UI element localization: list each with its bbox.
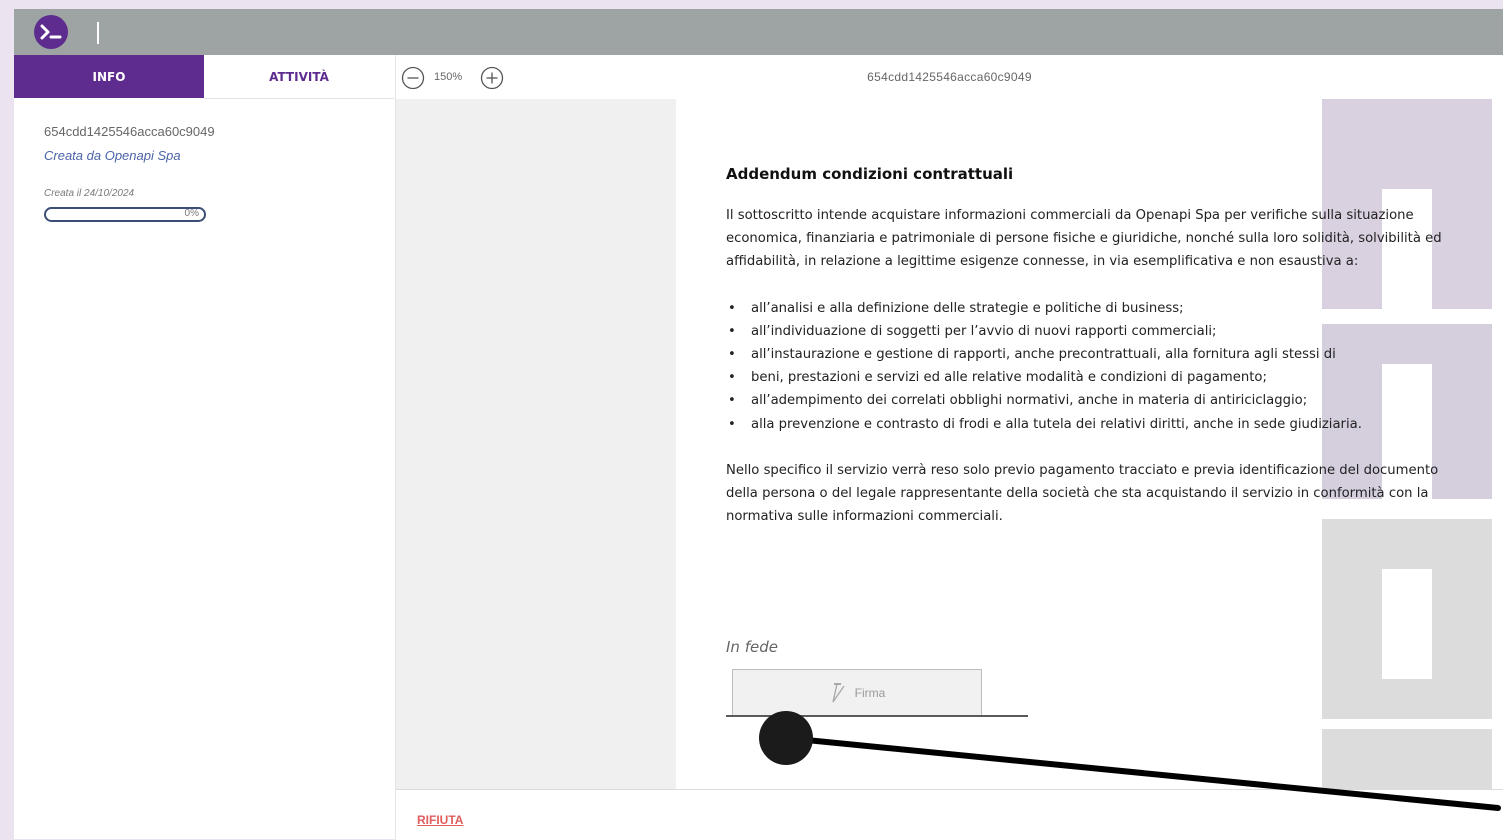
terminal-prompt-icon[interactable] bbox=[34, 15, 68, 49]
document-heading: Addendum condizioni contrattuali bbox=[726, 165, 1014, 183]
document-toolbar: 150% 654cdd1425546acca60c9049 bbox=[396, 55, 1503, 100]
list-item: all’individuazione di soggetti per l’avv… bbox=[726, 320, 1456, 343]
list-item: all’instaurazione e gestione di rapporti… bbox=[726, 343, 1456, 366]
document-viewer[interactable]: Addendum condizioni contrattuali Il sott… bbox=[396, 99, 1503, 789]
tab-attivita[interactable]: ATTIVITÀ bbox=[204, 55, 394, 99]
pen-icon bbox=[832, 683, 845, 703]
list-item: beni, prestazioni e servizi ed alle rela… bbox=[726, 366, 1456, 389]
list-item: all’analisi e alla definizione delle str… bbox=[726, 297, 1456, 320]
creator-label: Creata da Openapi Spa bbox=[44, 148, 181, 163]
intro-paragraph: Il sottoscritto intende acquistare infor… bbox=[726, 208, 1442, 270]
created-date: Creata il 24/10/2024 bbox=[44, 188, 135, 199]
app-window: INFO ATTIVITÀ 654cdd1425546acca60c9049 C… bbox=[14, 9, 1503, 840]
bullet-list: all’analisi e alla definizione delle str… bbox=[726, 297, 1456, 436]
closing-paragraph: Nello specifico il servizio verrà reso s… bbox=[726, 462, 1439, 525]
reject-link[interactable]: RIFIUTA bbox=[417, 813, 463, 827]
document-page: Addendum condizioni contrattuali Il sott… bbox=[676, 99, 1503, 789]
document-id: 654cdd1425546acca60c9049 bbox=[44, 124, 215, 139]
list-item: alla prevenzione e contrasto di frodi e … bbox=[726, 413, 1456, 436]
action-footer: RIFIUTA bbox=[396, 789, 1503, 840]
progress-label: 0% bbox=[184, 208, 199, 219]
progress-bar: 0% bbox=[44, 207, 206, 222]
sidebar-tabs: INFO ATTIVITÀ bbox=[14, 55, 395, 99]
sign-button-label: Firma bbox=[854, 686, 886, 700]
sidebar: INFO ATTIVITÀ 654cdd1425546acca60c9049 C… bbox=[14, 55, 396, 839]
top-bar bbox=[14, 9, 1503, 55]
signature-label: In fede bbox=[726, 638, 778, 656]
signature-line bbox=[726, 715, 1028, 717]
tab-info[interactable]: INFO bbox=[14, 55, 204, 98]
document-title-header: 654cdd1425546acca60c9049 bbox=[867, 70, 1032, 84]
sign-button[interactable]: Firma bbox=[732, 669, 982, 717]
logo-separator bbox=[97, 22, 99, 44]
list-item: all’adempimento dei correlati obblighi n… bbox=[726, 389, 1456, 412]
document-body: Il sottoscritto intende acquistare infor… bbox=[726, 204, 1456, 528]
